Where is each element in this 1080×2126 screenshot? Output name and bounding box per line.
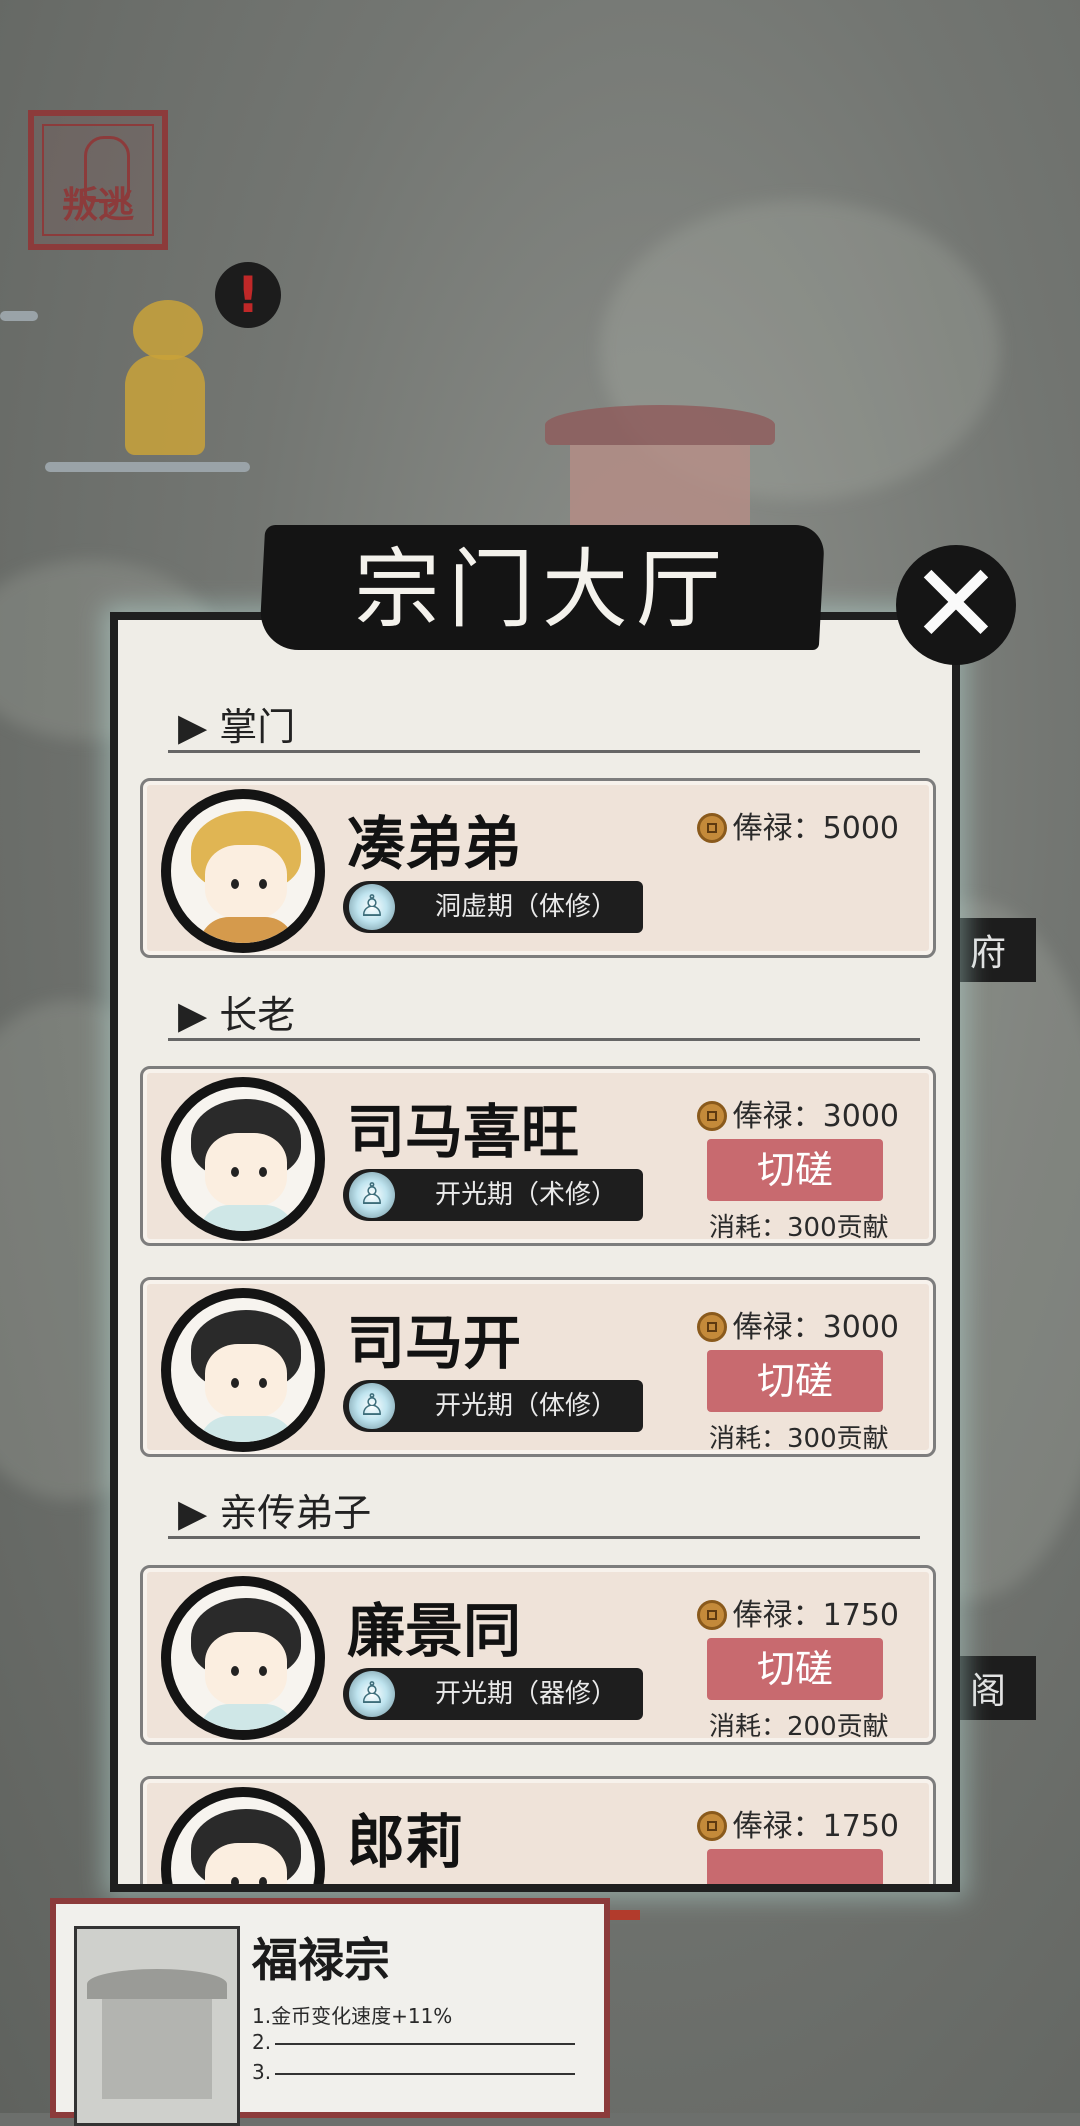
avatar xyxy=(161,789,325,953)
sect-bonus-line: 2. xyxy=(252,2030,612,2054)
sect-name: 福禄宗 xyxy=(252,1933,390,1987)
member-name: 郎莉 xyxy=(347,1808,464,1876)
side-tab-pavilion[interactable]: 阁 xyxy=(958,1656,1037,1720)
sect-building-image xyxy=(74,1926,240,2126)
member-card-leader[interactable]: 凑弟弟 ♙ 洞虚期（体修） 俸禄：5000 xyxy=(140,778,936,958)
sect-bonus-line: 3. xyxy=(252,2060,612,2084)
cost-label: 消耗：300贡献 xyxy=(709,1424,889,1454)
coin-icon xyxy=(696,1600,727,1630)
section-header-elders: ▶ 长老 xyxy=(178,993,296,1037)
meditation-icon: ♙ xyxy=(349,884,395,930)
desert-button-label: 叛逃 xyxy=(61,185,134,226)
divider xyxy=(168,1038,920,1041)
realm-label: 开光期（体修） xyxy=(435,1391,618,1421)
spar-button[interactable]: 切磋 xyxy=(707,1638,883,1700)
side-tab-mansion[interactable]: 府 xyxy=(958,918,1037,982)
realm-label: 开光期（器修） xyxy=(435,1679,618,1709)
member-name: 司马开 xyxy=(347,1309,522,1377)
member-card[interactable]: 郎莉 俸禄：1750 xyxy=(140,1776,936,1884)
spar-button[interactable]: 切磋 xyxy=(707,1350,883,1412)
coin-icon xyxy=(696,1312,727,1342)
coin-icon xyxy=(696,1811,727,1841)
member-card[interactable]: 廉景同 ♙ 开光期（器修） 俸禄：1750 切磋 消耗：200贡献 xyxy=(140,1565,936,1745)
realm-badge: ♙ 洞虚期（体修） xyxy=(343,881,643,933)
member-name: 凑弟弟 xyxy=(347,810,522,878)
avatar xyxy=(161,1576,325,1740)
meditation-icon: ♙ xyxy=(349,1172,395,1218)
sect-hall-dialog: ▶ 掌门 凑弟弟 ♙ 洞虚期（体修） 俸禄：5000 ▶ 长老 司马喜旺 ♙ 开… xyxy=(110,612,960,1892)
avatar xyxy=(161,1288,325,1452)
sect-bonus-line: 1.金币变化速度+11% xyxy=(252,2004,453,2028)
meditation-icon: ♙ xyxy=(349,1383,395,1429)
spar-button[interactable] xyxy=(707,1849,883,1884)
cost-label: 消耗：200贡献 xyxy=(709,1712,889,1742)
realm-label: 开光期（术修） xyxy=(435,1180,618,1210)
spar-button[interactable]: 切磋 xyxy=(707,1139,883,1201)
member-card[interactable]: 司马开 ♙ 开光期（体修） 俸禄：3000 切磋 消耗：300贡献 xyxy=(140,1277,936,1457)
realm-badge: ♙ 开光期（体修） xyxy=(343,1380,643,1432)
section-header-disciples: ▶ 亲传弟子 xyxy=(178,1491,372,1535)
salary-label: 俸禄：1750 xyxy=(696,1590,899,1634)
sword-icon xyxy=(0,311,38,321)
avatar xyxy=(161,1787,325,1884)
cost-label: 消耗：300贡献 xyxy=(709,1213,889,1243)
sword-icon xyxy=(45,462,250,472)
desert-button[interactable]: 叛逃 xyxy=(28,110,168,250)
member-name: 廉景同 xyxy=(347,1597,522,1665)
player-character[interactable] xyxy=(115,300,215,460)
realm-label: 洞虚期（体修） xyxy=(435,892,618,922)
meditation-icon: ♙ xyxy=(349,1671,395,1717)
sect-info-panel[interactable]: 福禄宗 1.金币变化速度+11% 2. 3. xyxy=(50,1898,612,2126)
divider xyxy=(168,1536,920,1539)
divider xyxy=(168,750,920,753)
member-card[interactable]: 司马喜旺 ♙ 开光期（术修） 俸禄：3000 切磋 消耗：300贡献 xyxy=(140,1066,936,1246)
salary-label: 俸禄：5000 xyxy=(696,803,899,847)
realm-badge: ♙ 开光期（器修） xyxy=(343,1668,643,1720)
dialog-title: 宗门大厅 xyxy=(354,540,730,640)
salary-label: 俸禄：3000 xyxy=(696,1091,899,1135)
realm-badge: ♙ 开光期（术修） xyxy=(343,1169,643,1221)
salary-label: 俸禄：3000 xyxy=(696,1302,899,1346)
coin-icon xyxy=(696,1101,727,1131)
alert-icon[interactable]: ! xyxy=(215,262,281,328)
section-header-leader: ▶ 掌门 xyxy=(178,705,296,749)
member-name: 司马喜旺 xyxy=(347,1098,580,1166)
close-icon[interactable]: ✕ xyxy=(896,545,1016,665)
salary-label: 俸禄：1750 xyxy=(696,1801,899,1845)
coin-icon xyxy=(696,813,727,843)
avatar xyxy=(161,1077,325,1241)
